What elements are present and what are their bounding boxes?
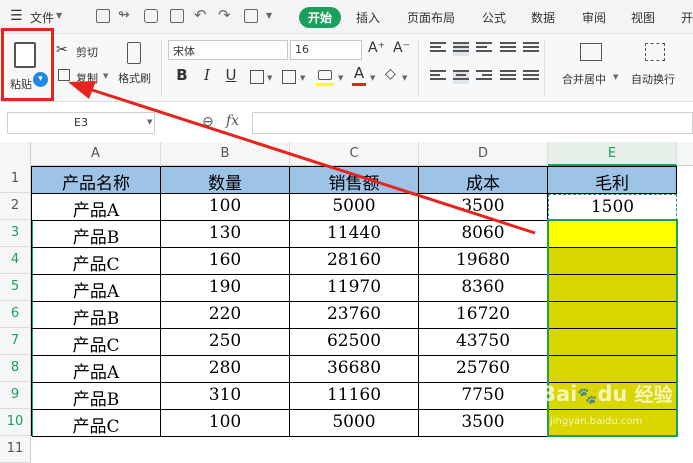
watermark: Bai🐾du 经验 jingyan.baidu.com (540, 380, 690, 436)
annotation-arrow-line (85, 86, 536, 235)
paw-icon: 🐾 (577, 386, 598, 405)
watermark-brand: Bai (540, 382, 578, 406)
annotation-arrow-head (68, 81, 96, 99)
watermark-brand-2: du (597, 382, 628, 406)
watermark-cn: 经验 (634, 384, 673, 406)
watermark-url: jingyan.baidu.com (550, 416, 643, 427)
watermark-logo: Bai🐾du 经验 (540, 380, 673, 407)
